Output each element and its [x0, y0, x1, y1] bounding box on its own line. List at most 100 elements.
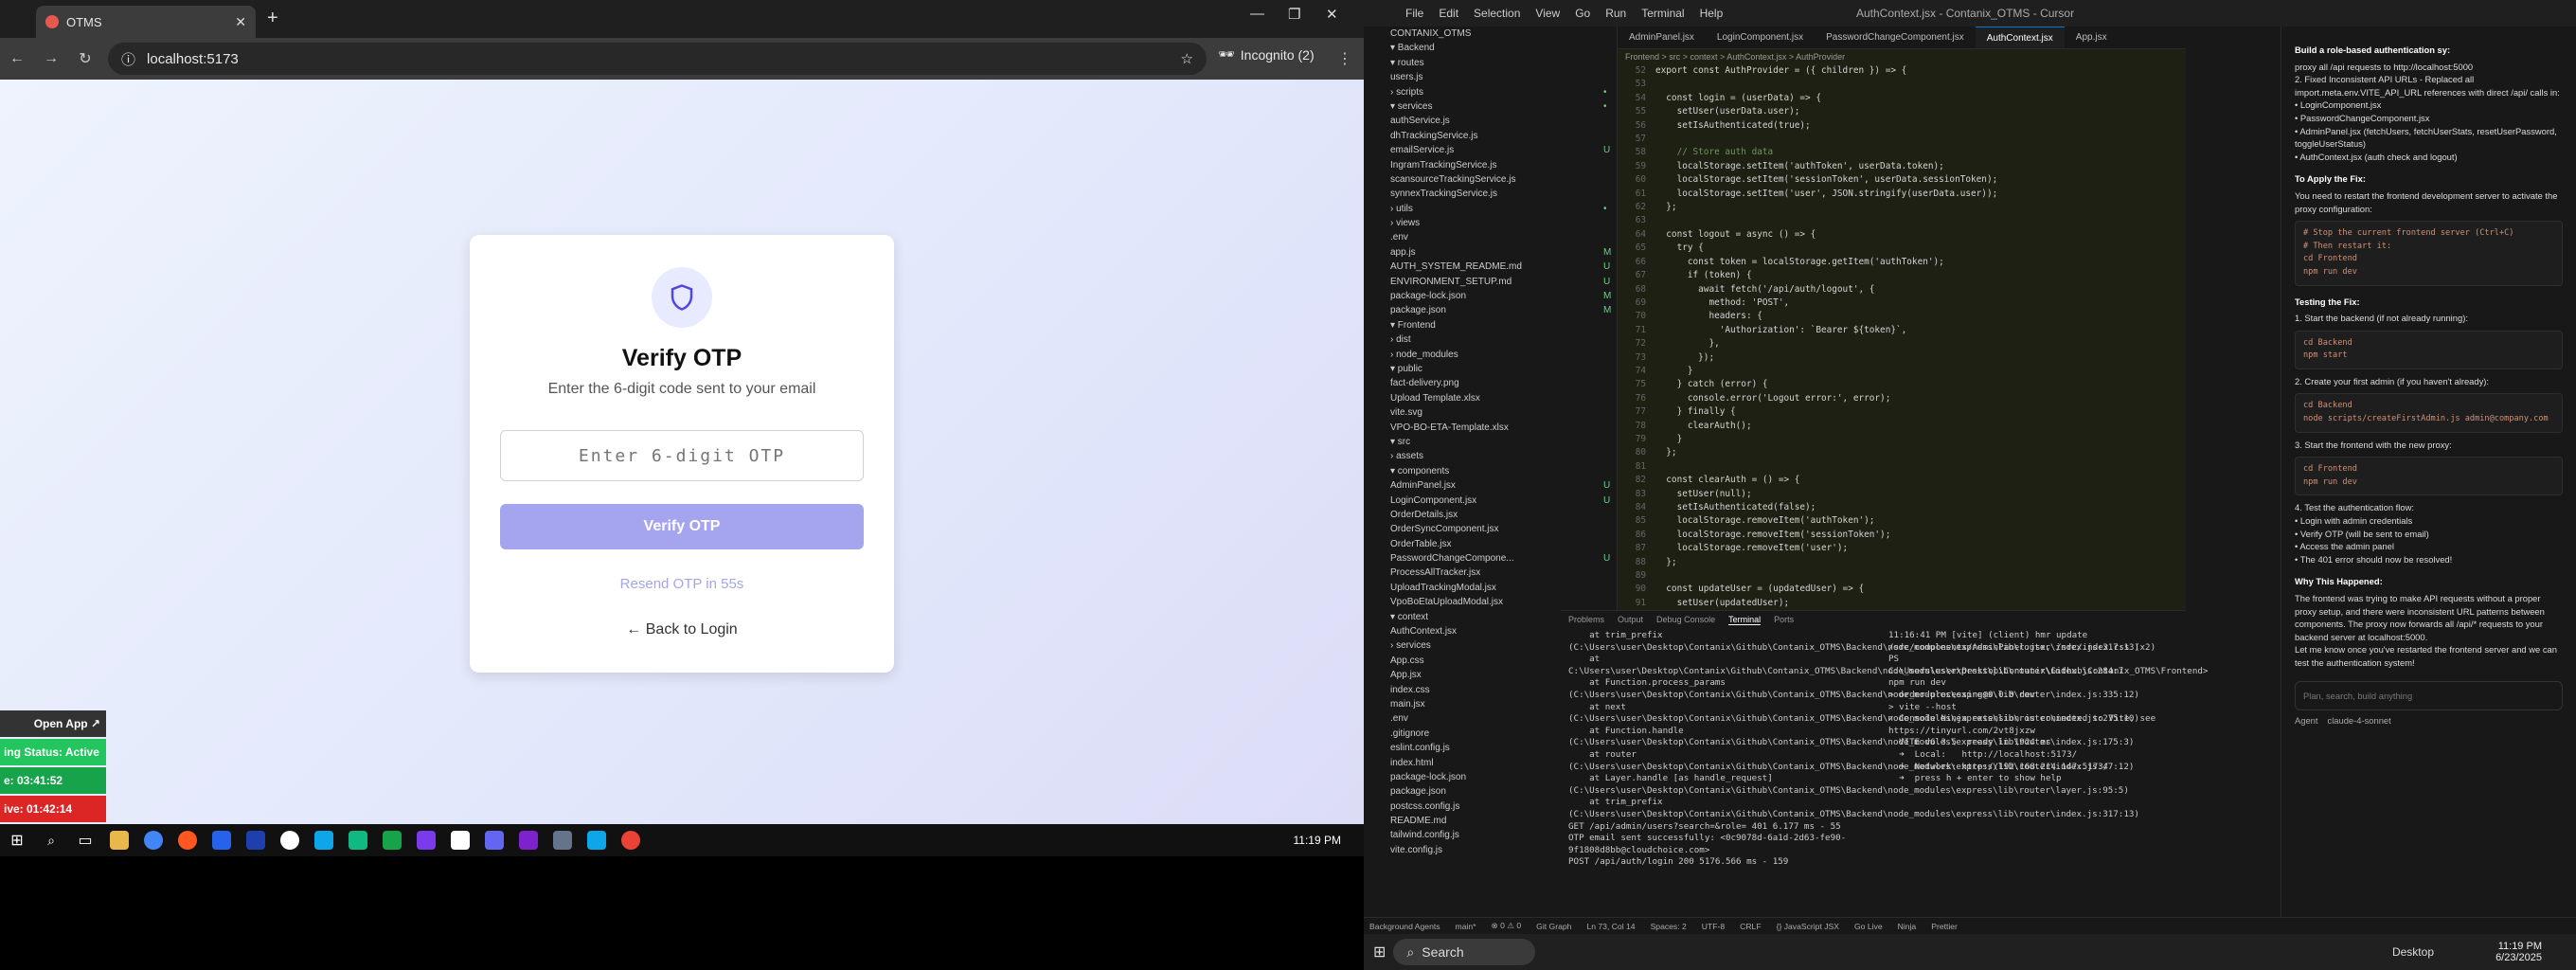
chat-input[interactable]: Plan, search, build anything [2295, 680, 2563, 711]
app-icon-7[interactable] [409, 824, 443, 856]
close-window-icon[interactable]: ✕ [1326, 6, 1338, 23]
explorer-item[interactable]: OrderTable.jsx [1390, 537, 1617, 551]
verify-otp-button[interactable]: Verify OTP [500, 504, 864, 549]
explorer-item[interactable]: package-lock.json M [1390, 289, 1617, 303]
menu-item[interactable]: Terminal [1641, 7, 1684, 20]
app-icon-2[interactable] [205, 824, 239, 856]
reload-icon[interactable]: ↻ [68, 49, 102, 68]
explorer-item[interactable]: VpoBoEtaUploadModal.jsx [1390, 595, 1617, 609]
explorer-item[interactable]: › utils • [1390, 202, 1617, 216]
explorer-item[interactable]: CONTANIX_OTMS [1390, 27, 1617, 41]
explorer-item[interactable]: ▾ Backend [1390, 41, 1617, 55]
app-icon-9[interactable] [477, 824, 511, 856]
bookmark-icon[interactable]: ☆ [1181, 50, 1193, 67]
forward-icon[interactable]: → [34, 50, 68, 67]
explorer-item[interactable]: ▾ components [1390, 464, 1617, 478]
panel-tab[interactable]: Ports [1774, 615, 1794, 625]
explorer-item[interactable]: synnexTrackingService.js [1390, 187, 1617, 201]
vscode-icon[interactable] [580, 824, 614, 856]
status-item[interactable]: Ln 73, Col 14 [1586, 922, 1635, 931]
editor-tab[interactable]: PasswordChangeComponent.jsx [1815, 27, 1976, 48]
explorer-item[interactable]: OrderSyncComponent.jsx [1390, 522, 1617, 536]
status-item[interactable]: Spaces: 2 [1651, 922, 1687, 931]
menu-item[interactable]: Selection [1474, 7, 1520, 20]
model-selector[interactable]: claude-4-sonnet [2328, 714, 2391, 728]
menu-item[interactable]: File [1405, 7, 1423, 20]
terminal-frontend[interactable]: 11:16:41 PM [vite] (client) hmr update /… [1888, 630, 2208, 785]
menu-item[interactable]: Edit [1439, 7, 1458, 20]
desktop-label[interactable]: Desktop [2392, 945, 2434, 959]
app-icon-8[interactable] [443, 824, 477, 856]
explorer-item[interactable]: › assets [1390, 449, 1617, 463]
excel-icon[interactable] [375, 824, 409, 856]
url-field[interactable]: ⓘ localhost:5173 ☆ [108, 43, 1207, 75]
menu-icon[interactable]: ⋮ [1328, 49, 1362, 68]
start-icon-2[interactable]: ⊞ [1373, 943, 1386, 961]
explorer-item[interactable]: AdminPanel.jsx U [1390, 478, 1617, 493]
explorer-item[interactable]: AUTH_SYSTEM_README.md U [1390, 260, 1617, 274]
explorer-item[interactable]: OrderDetails.jsx [1390, 508, 1617, 522]
tab-otms[interactable]: OTMS ✕ [36, 6, 256, 38]
explorer-item[interactable]: UploadTrackingModal.jsx [1390, 581, 1617, 595]
status-item[interactable]: ⊗ 0 ⚠ 0 [1492, 921, 1522, 931]
explorer-item[interactable]: IngramTrackingService.js [1390, 158, 1617, 172]
editor-tab[interactable]: AdminPanel.jsx [1618, 27, 1706, 48]
explorer-item[interactable]: Upload Template.xlsx [1390, 391, 1617, 405]
explorer-item[interactable]: vite.svg [1390, 405, 1617, 420]
open-app-button[interactable]: Open App ↗ [0, 710, 106, 737]
app-icon-6[interactable] [341, 824, 375, 856]
explorer-icon[interactable] [102, 824, 136, 856]
explorer-item[interactable]: PasswordChangeCompone... U [1390, 551, 1617, 566]
panel-tab[interactable]: Problems [1568, 615, 1604, 625]
start-icon[interactable]: ⊞ [0, 824, 34, 856]
menu-item[interactable]: View [1535, 7, 1560, 20]
onenote-icon[interactable] [511, 824, 546, 856]
explorer-item[interactable]: emailService.js U [1390, 143, 1617, 157]
status-item[interactable]: main* [1456, 922, 1476, 931]
chrome-icon[interactable] [136, 824, 170, 856]
explorer-item[interactable]: authService.js [1390, 114, 1617, 128]
app-icon-10[interactable] [546, 824, 580, 856]
status-item[interactable]: Git Graph [1536, 922, 1571, 931]
status-item[interactable]: Background Agents [1369, 922, 1440, 931]
explorer-item[interactable]: › views [1390, 216, 1617, 230]
explorer-item[interactable]: ▾ services • [1390, 99, 1617, 114]
resend-otp-link[interactable]: Resend OTP in 55s [470, 576, 894, 592]
status-item[interactable]: CRLF [1740, 922, 1761, 931]
panel-tab[interactable]: Debug Console [1656, 615, 1715, 625]
explorer-item[interactable]: ▾ src [1390, 435, 1617, 449]
explorer-item[interactable]: › scripts • [1390, 85, 1617, 99]
status-item[interactable]: UTF-8 [1702, 922, 1725, 931]
search-icon[interactable]: ⌕ [34, 824, 68, 856]
chrome-icon-2[interactable] [614, 824, 648, 856]
explorer-item[interactable]: ▾ public [1390, 362, 1617, 376]
minimize-icon[interactable]: — [1250, 6, 1264, 22]
menu-item[interactable]: Help [1700, 7, 1724, 20]
explorer-item[interactable]: › node_modules [1390, 348, 1617, 362]
app-icon-3[interactable] [239, 824, 273, 856]
menu-item[interactable]: Go [1575, 7, 1590, 20]
agent-selector[interactable]: Agent [2295, 714, 2318, 728]
site-info-icon[interactable]: ⓘ [121, 49, 135, 69]
explorer-item[interactable]: .env [1390, 230, 1617, 244]
editor-tab[interactable]: LoginComponent.jsx [1706, 27, 1815, 48]
status-item[interactable]: {} JavaScript JSX [1777, 922, 1839, 931]
explorer-item[interactable]: fact-delivery.png [1390, 376, 1617, 390]
editor-tab[interactable]: App.jsx [2065, 27, 2119, 48]
app-icon-1[interactable] [170, 824, 205, 856]
status-item[interactable]: Ninja [1898, 922, 1917, 931]
explorer-item[interactable]: ▾ Frontend [1390, 318, 1617, 332]
explorer-item[interactable]: ▾ routes [1390, 56, 1617, 70]
explorer-item[interactable]: package.json M [1390, 303, 1617, 317]
menu-item[interactable]: Run [1605, 7, 1626, 20]
panel-tab[interactable]: Terminal [1728, 615, 1762, 625]
editor-tab[interactable]: AuthContext.jsx [1975, 27, 2065, 48]
taskview-icon[interactable]: ▭ [68, 824, 102, 856]
otp-input[interactable] [500, 430, 864, 481]
panel-tab[interactable]: Output [1618, 615, 1643, 625]
restore-icon[interactable]: ❐ [1288, 6, 1300, 23]
explorer-item[interactable]: › dist [1390, 332, 1617, 347]
explorer-item[interactable]: scansourceTrackingService.js [1390, 172, 1617, 187]
explorer-item[interactable]: users.js [1390, 70, 1617, 84]
explorer-item[interactable]: LoginComponent.jsx U [1390, 494, 1617, 508]
